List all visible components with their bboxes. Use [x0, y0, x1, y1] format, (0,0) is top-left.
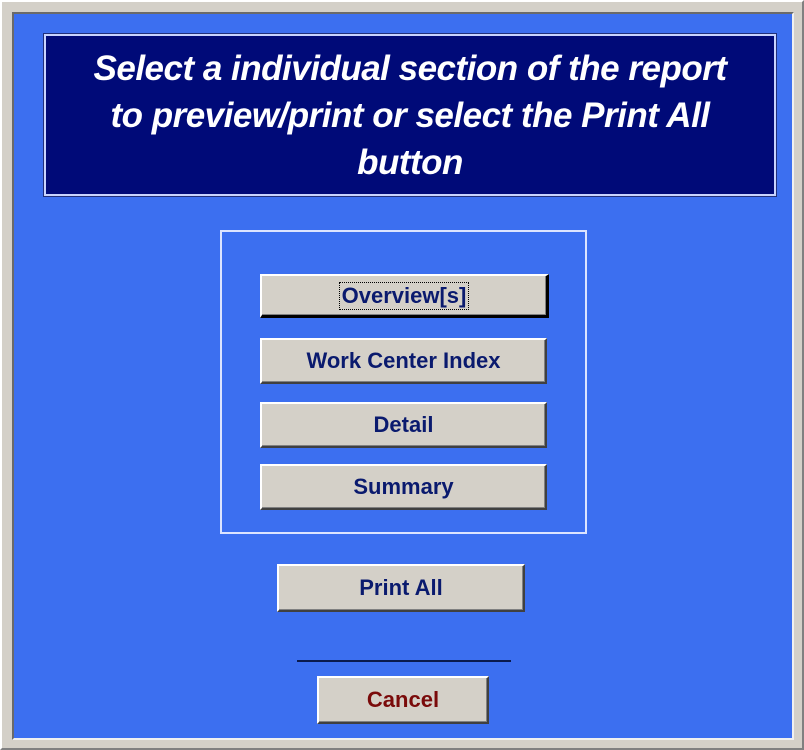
work-center-index-button-label: Work Center Index — [306, 348, 501, 373]
instruction-text: Select a individual section of the repor… — [93, 48, 727, 182]
overview-button[interactable]: Overview[s] — [260, 274, 549, 318]
cancel-button[interactable]: Cancel — [317, 676, 489, 724]
work-center-index-button[interactable]: Work Center Index — [260, 338, 547, 384]
summary-button[interactable]: Summary — [260, 464, 547, 510]
instruction-banner: Select a individual section of the repor… — [43, 33, 777, 197]
detail-button-label: Detail — [373, 412, 434, 437]
print-all-button-label: Print All — [359, 575, 443, 600]
detail-button[interactable]: Detail — [260, 402, 547, 448]
report-selection-form: Select a individual section of the repor… — [12, 12, 794, 740]
print-all-button[interactable]: Print All — [277, 564, 525, 612]
cancel-button-label: Cancel — [366, 687, 440, 712]
dialog-window: Select a individual section of the repor… — [0, 0, 804, 750]
summary-button-label: Summary — [353, 474, 454, 499]
divider-line — [297, 660, 511, 662]
overview-button-label: Overview[s] — [338, 281, 470, 310]
section-buttons-frame: Overview[s] Work Center Index Detail Sum… — [220, 230, 587, 534]
